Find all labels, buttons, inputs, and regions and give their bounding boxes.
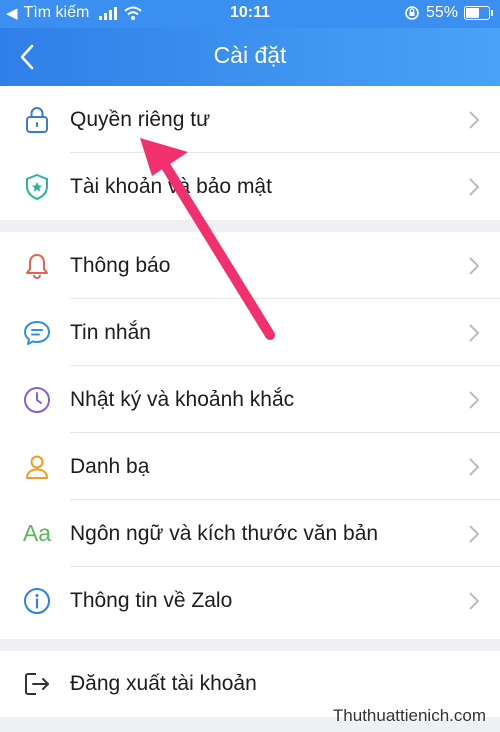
settings-item-notifications[interactable]: Thông báo [0, 232, 500, 299]
chevron-right-icon [469, 323, 480, 342]
settings-item-account-security[interactable]: Tài khoản và bảo mật [0, 153, 500, 220]
settings-group-general: Thông báo Tin nhắn Nhật ký và khoảnh khắ… [0, 232, 500, 639]
chevron-right-icon [469, 256, 480, 275]
battery-icon [464, 6, 493, 20]
chevron-right-icon [469, 591, 480, 610]
watermark: Thuthuattienich.com [332, 706, 486, 725]
settings-item-label: Tin nhắn [70, 320, 151, 344]
header: Cài đặt [0, 28, 500, 86]
settings-item-label: Thông tin về Zalo [70, 588, 233, 612]
clock-icon [20, 383, 54, 417]
settings-item-messages[interactable]: Tin nhắn [0, 299, 500, 366]
settings-item-label: Ngôn ngữ và kích thước văn bản [70, 521, 379, 545]
settings-item-privacy[interactable]: Quyền riêng tư [0, 86, 500, 153]
chevron-right-icon [469, 110, 480, 129]
settings-item-about[interactable]: Thông tin về Zalo [0, 567, 500, 634]
settings-item-contacts[interactable]: Danh bạ [0, 433, 500, 500]
settings-item-label: Nhật ký và khoảnh khắc [70, 387, 295, 411]
logout-icon [20, 667, 54, 701]
bell-icon [20, 249, 54, 283]
settings-item-label: Tài khoản và bảo mật [70, 174, 272, 198]
orientation-lock-icon [405, 6, 419, 20]
chevron-right-icon [469, 390, 480, 409]
settings-item-label: Thông báo [70, 253, 171, 277]
battery-percent: 55% [425, 4, 458, 21]
settings-item-diary[interactable]: Nhật ký và khoảnh khắc [0, 366, 500, 433]
status-bar: ◀ Tìm kiếm 10:11 55% [0, 0, 500, 28]
chevron-right-icon [469, 524, 480, 543]
person-icon [20, 450, 54, 484]
page-title: Cài đặt [213, 42, 287, 68]
settings-item-label: Đăng xuất tài khoản [70, 672, 257, 695]
chat-bubble-icon [20, 316, 54, 350]
chevron-right-icon [469, 457, 480, 476]
shield-icon [20, 170, 54, 204]
text-size-icon-glyph: Aa [22, 520, 52, 546]
chevron-right-icon [469, 177, 480, 196]
settings-item-language[interactable]: Aa Ngôn ngữ và kích thước văn bản [0, 500, 500, 567]
text-size-icon: Aa [20, 517, 54, 551]
lock-icon [20, 103, 54, 137]
settings-item-label: Quyền riêng tư [70, 107, 211, 131]
info-icon [20, 584, 54, 618]
settings-item-label: Danh bạ [70, 454, 150, 478]
settings-group-privacy: Quyền riêng tư Tài khoản và bảo mật [0, 86, 500, 220]
